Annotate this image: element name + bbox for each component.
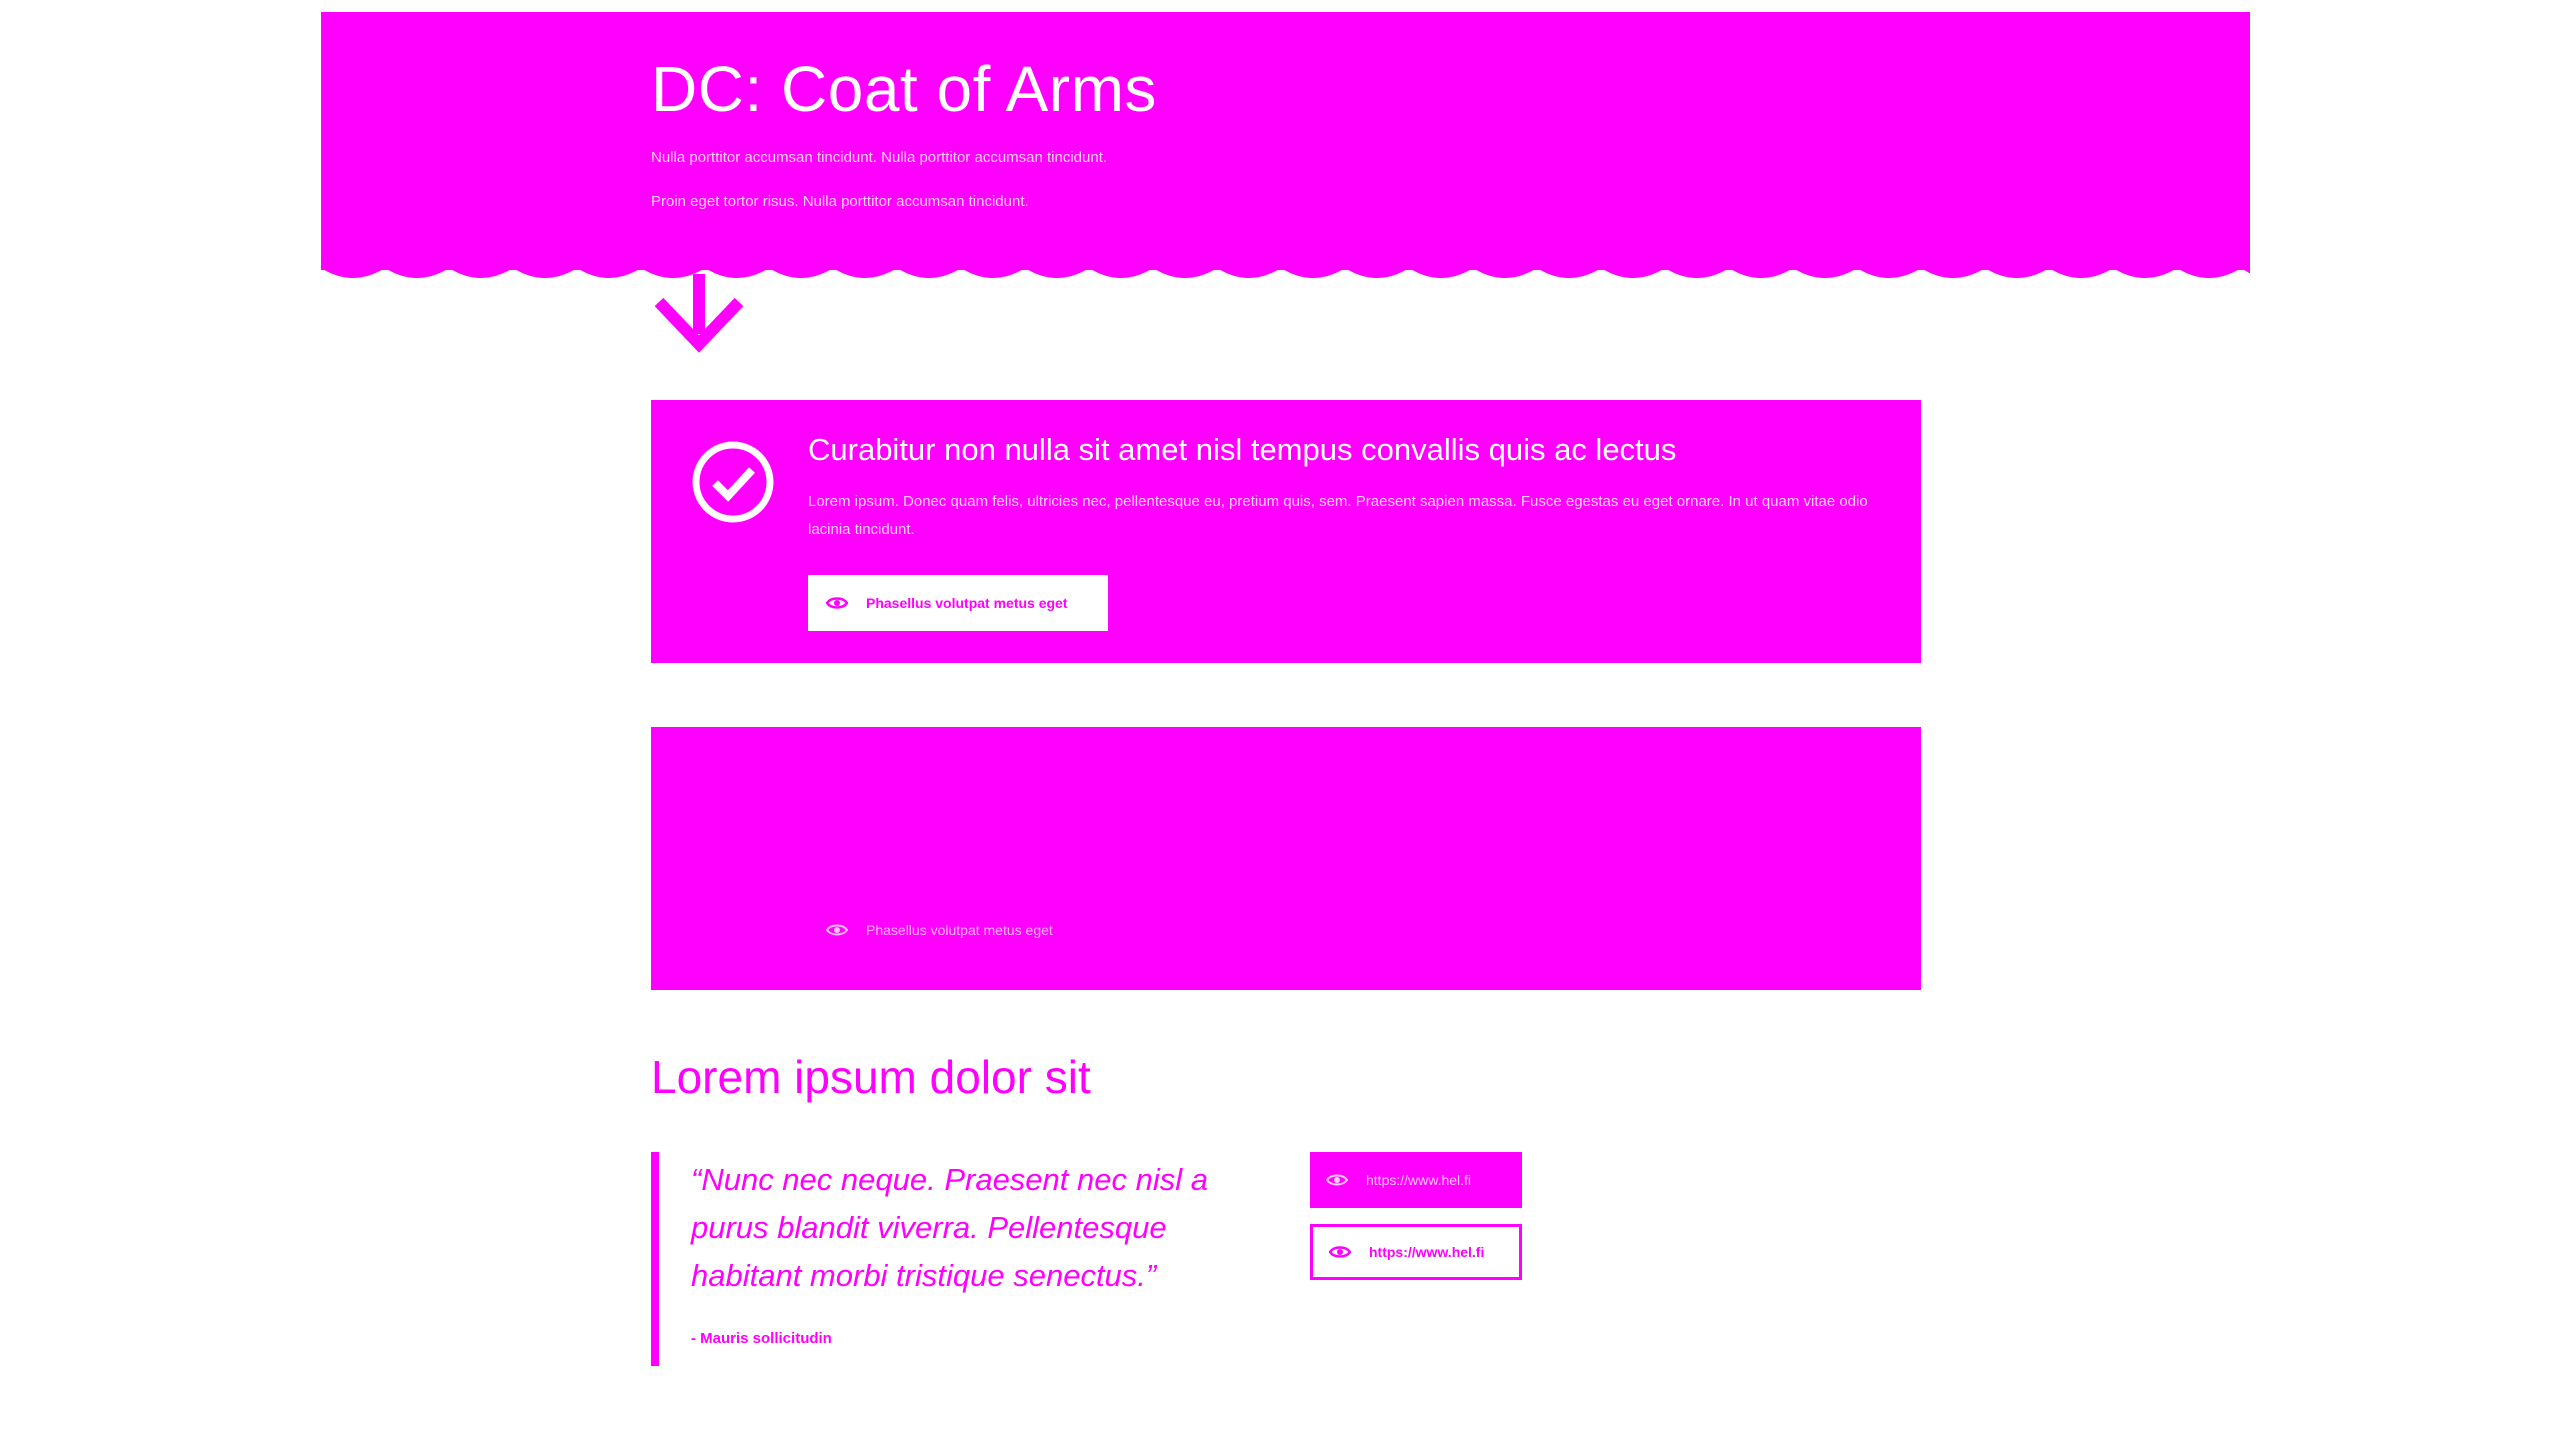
hero-paragraph: Nulla porttitor accumsan tincidunt. Null… <box>651 149 1108 166</box>
button-label: Phasellus volutpat metus eget <box>866 922 1053 938</box>
quote-text: “Nunc nec neque. Praesent nec nisl a pur… <box>691 1162 1208 1293</box>
link-button-filled[interactable]: https://www.hel.fi <box>1310 1152 1522 1208</box>
card-title: Curabitur non nulla sit amet nisl tempus… <box>808 432 1677 467</box>
content-card: Phasellus volutpat metus eget <box>651 727 1921 990</box>
link-label: https://www.hel.fi <box>1366 1172 1472 1188</box>
link-label: https://www.hel.fi <box>1369 1244 1485 1260</box>
eye-icon <box>1329 1246 1351 1258</box>
arrow-down-icon[interactable] <box>651 272 747 356</box>
eye-icon <box>826 597 848 609</box>
card-text: Lorem ipsum. Donec quam felis, ultricies… <box>808 493 1868 538</box>
eye-icon <box>1326 1174 1348 1186</box>
card-action-button[interactable]: Phasellus volutpat metus eget <box>808 902 1108 958</box>
quote-author: - Mauris sollicitudin <box>691 1330 832 1347</box>
hero-banner: DC: Coat of Arms Nulla porttitor accumsa… <box>321 12 2250 270</box>
notification-card: Curabitur non nulla sit amet nisl tempus… <box>651 400 1921 663</box>
card-action-button[interactable]: Phasellus volutpat metus eget <box>808 575 1108 631</box>
button-label: Phasellus volutpat metus eget <box>866 595 1068 611</box>
blockquote: “Nunc nec neque. Praesent nec nisl a pur… <box>651 1152 1251 1366</box>
hero-paragraph: Proin eget tortor risus. Nulla porttitor… <box>651 193 1029 210</box>
eye-icon <box>826 924 848 936</box>
link-button-outline[interactable]: https://www.hel.fi <box>1310 1224 1522 1280</box>
page-title: DC: Coat of Arms <box>651 53 1157 125</box>
section-title: Lorem ipsum dolor sit <box>651 1051 1091 1103</box>
wave-divider <box>321 268 2250 278</box>
check-circle-icon <box>692 441 774 523</box>
